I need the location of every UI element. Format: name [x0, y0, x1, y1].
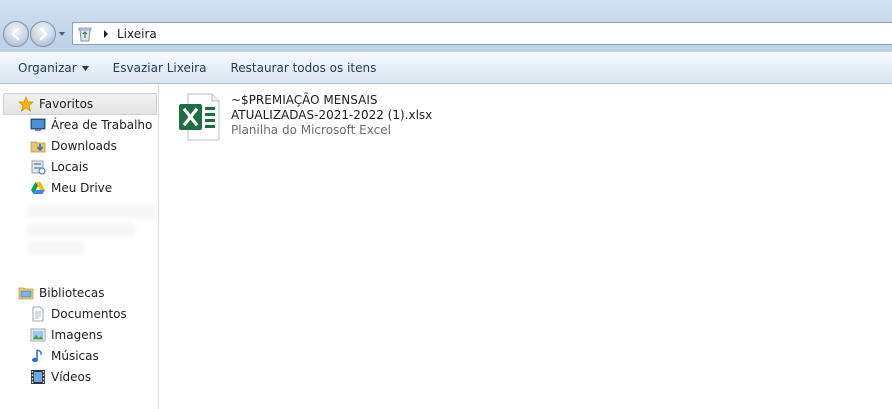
file-name-line-2: ATUALIZADAS-2021-2022 (1).xlsx	[231, 108, 433, 122]
recent-places-icon	[31, 160, 46, 174]
nav-item-label: Documentos	[51, 306, 127, 321]
nav-item-documentos[interactable]: Documentos	[30, 303, 127, 324]
documents-icon	[32, 306, 44, 321]
forward-button[interactable]	[30, 21, 56, 47]
excel-file-icon	[179, 93, 220, 141]
desktop-icon	[30, 118, 46, 131]
recycle-bin-icon	[78, 27, 92, 41]
file-name-line-1: ~$PREMIAÇÃO MENSAIS	[231, 93, 378, 107]
arrow-right-icon	[39, 27, 48, 41]
breadcrumb-lixeira[interactable]: Lixeira	[117, 27, 157, 41]
nav-item-label: Locais	[51, 159, 89, 174]
file-item[interactable]: ~$PREMIAÇÃO MENSAIS ATUALIZADAS-2021-202…	[178, 91, 438, 147]
videos-icon	[31, 369, 45, 384]
organizar-label: Organizar	[18, 61, 77, 75]
nav-item-meu-drive[interactable]: Meu Drive	[30, 177, 112, 198]
downloads-icon	[30, 141, 46, 152]
nav-item-label: Área de Trabalho	[51, 117, 153, 132]
pictures-icon	[30, 328, 46, 341]
redacted-area	[26, 223, 136, 237]
nav-item-label: Vídeos	[51, 369, 92, 384]
nav-item-label: Imagens	[51, 327, 103, 342]
organizar-button[interactable]: Organizar	[6, 57, 101, 79]
nav-item-area-de-trabalho[interactable]: Área de Trabalho	[30, 114, 152, 135]
google-drive-icon	[31, 181, 45, 194]
esvaziar-lixeira-label: Esvaziar Lixeira	[112, 61, 207, 75]
libraries-icon	[18, 287, 34, 299]
nav-bibliotecas-label: Bibliotecas	[39, 285, 105, 300]
nav-item-locais[interactable]: Locais	[30, 156, 88, 177]
restaurar-todos-label: Restaurar todos os itens	[230, 61, 377, 75]
nav-item-imagens[interactable]: Imagens	[30, 324, 102, 345]
nav-item-label: Downloads	[51, 138, 117, 153]
address-box[interactable]: Lixeira	[72, 22, 892, 45]
content-pane: ~$PREMIAÇÃO MENSAIS ATUALIZADAS-2021-202…	[160, 85, 892, 409]
navigation-pane: Favoritos Área de Trabalho Downloads Loc…	[0, 85, 159, 409]
nav-item-label: Músicas	[51, 348, 99, 363]
nav-bibliotecas[interactable]: Bibliotecas	[18, 282, 104, 303]
arrow-left-icon	[11, 27, 20, 41]
address-bar-area: Lixeira	[0, 0, 892, 52]
nav-item-videos[interactable]: Vídeos	[30, 366, 91, 387]
music-icon	[32, 348, 42, 362]
star-icon	[18, 95, 34, 112]
restaurar-todos-button[interactable]: Restaurar todos os itens	[218, 57, 388, 79]
esvaziar-lixeira-button[interactable]: Esvaziar Lixeira	[101, 57, 219, 79]
back-button[interactable]	[3, 21, 29, 47]
nav-item-downloads[interactable]: Downloads	[30, 135, 117, 156]
file-type: Planilha do Microsoft Excel	[231, 123, 391, 137]
nav-item-musicas[interactable]: Músicas	[30, 345, 99, 366]
redacted-area	[26, 205, 156, 219]
nav-item-label: Meu Drive	[51, 180, 113, 195]
recent-pages-dropdown-icon[interactable]	[58, 30, 66, 38]
caret-down-icon	[81, 65, 89, 71]
nav-favoritos-label: Favoritos	[39, 96, 94, 111]
nav-favoritos[interactable]: Favoritos	[18, 93, 93, 114]
breadcrumb-chevron-icon[interactable]	[101, 29, 111, 39]
redacted-area	[26, 241, 86, 255]
file-name: ~$PREMIAÇÃO MENSAIS ATUALIZADAS-2021-202…	[231, 93, 441, 123]
command-bar: Organizar Esvaziar Lixeira Restaurar tod…	[0, 52, 892, 84]
